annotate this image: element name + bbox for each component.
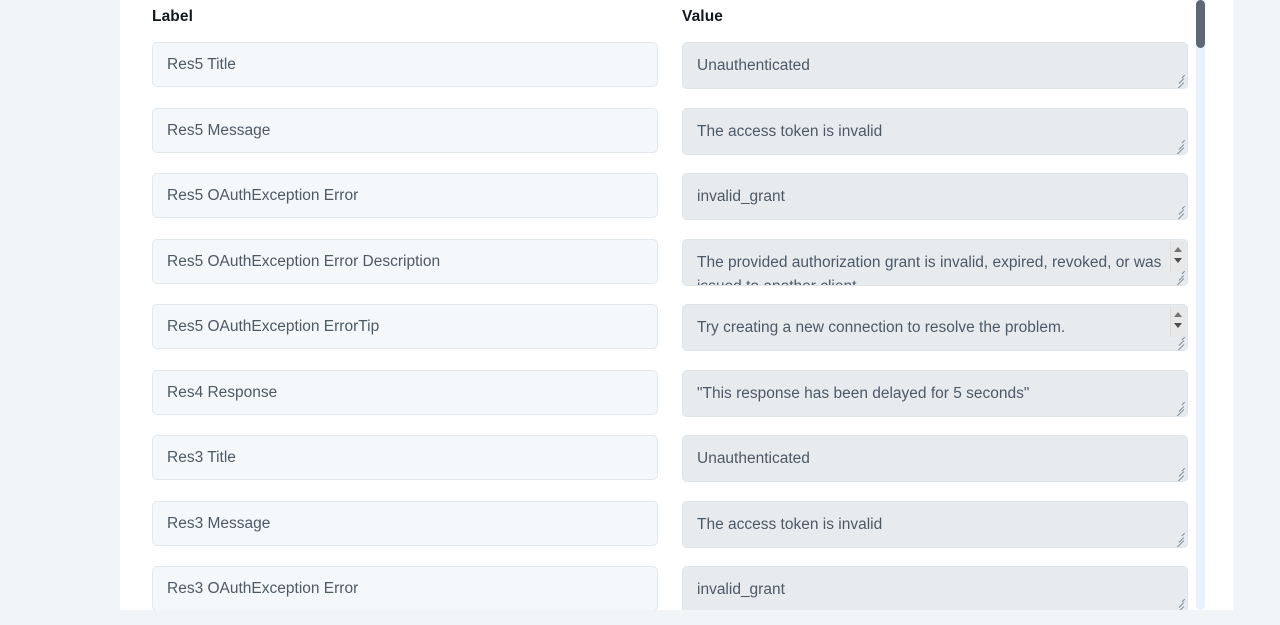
value-textarea[interactable]: The access token is invalid: [682, 500, 1188, 548]
content-panel: Label Value Res5 Title Unauthenticated Res…: [120, 0, 1233, 610]
panel-scroll-content: Label Value Res5 Title Unauthenticated Res…: [120, 0, 1233, 610]
resize-handle-icon[interactable]: [1172, 401, 1185, 416]
label-input[interactable]: Res5 OAuthException ErrorTip: [152, 304, 658, 349]
value-text: Unauthenticated: [697, 450, 810, 467]
label-input[interactable]: Res5 Message: [152, 107, 658, 153]
label-column-header: Label: [152, 8, 193, 25]
field-row: Res5 OAuthException ErrorTip Try creating…: [152, 302, 1233, 368]
textarea-scrollbar[interactable]: [1170, 240, 1186, 272]
value-textarea[interactable]: Try creating a new connection to resolve…: [682, 304, 1188, 351]
value-textarea[interactable]: Unauthenticated: [682, 42, 1188, 89]
resize-handle-icon[interactable]: [1172, 139, 1185, 154]
field-row: Res3 OAuthException Error invalid_grant: [152, 564, 1233, 610]
value-text: Try creating a new connection to resolve…: [697, 319, 1066, 336]
value-text: The provided authorization grant is inva…: [697, 253, 1162, 285]
chevron-down-icon[interactable]: [1174, 323, 1182, 328]
scrollbar-thumb[interactable]: [1196, 0, 1205, 48]
value-textarea[interactable]: The provided authorization grant is inva…: [682, 238, 1188, 286]
value-text: The access token is invalid: [697, 122, 883, 140]
field-row: Res5 OAuthException Error Description The…: [152, 237, 1233, 303]
label-input[interactable]: Res5 Title: [152, 42, 658, 87]
vertical-scrollbar[interactable]: [1196, 0, 1205, 610]
resize-handle-icon[interactable]: [1172, 466, 1185, 481]
label-input[interactable]: Res3 Message: [152, 500, 658, 546]
value-textarea[interactable]: The access token is invalid: [682, 107, 1188, 155]
field-row: Res5 Message The access token is invalid: [152, 106, 1233, 172]
label-input[interactable]: Res5 OAuthException Error Description: [152, 238, 658, 284]
value-text: invalid_grant: [697, 581, 785, 598]
field-row: Res3 Message The access token is invalid: [152, 499, 1233, 565]
field-row: Res3 Title Unauthenticated: [152, 433, 1233, 499]
field-row: Res5 Title Unauthenticated: [152, 40, 1233, 106]
value-text: The access token is invalid: [697, 515, 883, 533]
label-input[interactable]: Res5 OAuthException Error: [152, 173, 658, 218]
value-textarea[interactable]: Unauthenticated: [682, 435, 1188, 482]
resize-handle-icon[interactable]: [1172, 73, 1185, 88]
app-root: Label Value Res5 Title Unauthenticated Res…: [0, 0, 1280, 625]
label-input[interactable]: Res4 Response: [152, 369, 658, 415]
chevron-down-icon[interactable]: [1174, 257, 1182, 263]
column-header-row: Label Value: [152, 0, 1233, 40]
chevron-up-icon[interactable]: [1174, 246, 1182, 252]
value-column-header: Value: [682, 8, 723, 25]
field-row: Res5 OAuthException Error invalid_grant: [152, 171, 1233, 237]
rows-container: Res5 Title Unauthenticated Res5 Message The…: [152, 40, 1233, 610]
value-textarea[interactable]: "This response has been delayed for 5 se…: [682, 369, 1188, 417]
value-textarea[interactable]: invalid_grant: [682, 566, 1188, 610]
resize-handle-icon[interactable]: [1172, 204, 1185, 219]
textarea-scrollbar[interactable]: [1170, 306, 1186, 337]
label-input[interactable]: Res3 Title: [152, 435, 658, 480]
value-text: invalid_grant: [697, 188, 785, 205]
field-row: Res4 Response "This response has been del…: [152, 368, 1233, 434]
label-input[interactable]: Res3 OAuthException Error: [152, 566, 658, 610]
value-text: Unauthenticated: [697, 57, 810, 74]
chevron-up-icon[interactable]: [1174, 312, 1182, 317]
value-text: "This response has been delayed for 5 se…: [697, 384, 1030, 402]
resize-handle-icon[interactable]: [1172, 597, 1185, 610]
resize-handle-icon[interactable]: [1172, 532, 1185, 547]
value-textarea[interactable]: invalid_grant: [682, 173, 1188, 220]
label-value-grid: Label Value Res5 Title Unauthenticated Res…: [120, 0, 1233, 610]
